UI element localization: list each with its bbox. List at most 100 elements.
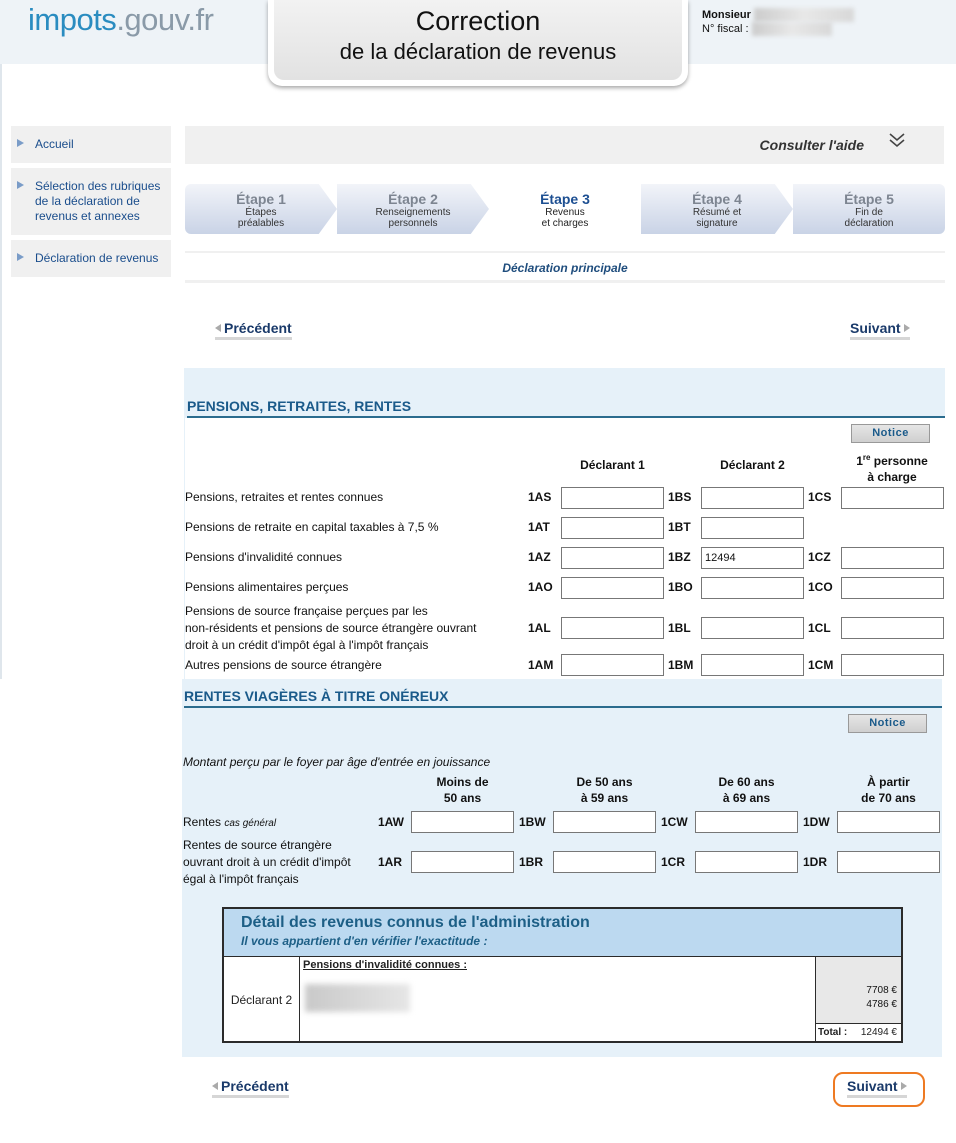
code-1AS: 1AS bbox=[528, 490, 552, 504]
code-1AR: 1AR bbox=[378, 855, 403, 869]
input-1CR[interactable] bbox=[695, 851, 798, 873]
page-subtitle: de la déclaration de revenus bbox=[339, 39, 617, 64]
input-1DW[interactable] bbox=[837, 811, 940, 833]
input-1CZ[interactable] bbox=[841, 547, 944, 569]
help-link[interactable]: Consulter l'aide bbox=[760, 137, 864, 153]
row-label-invalidite: Pensions d'invalidité connues bbox=[185, 550, 343, 564]
detail-total: Total :12494 € bbox=[816, 1023, 901, 1041]
input-1DR[interactable] bbox=[837, 851, 940, 873]
detail-declarant: Déclarant 2 bbox=[224, 957, 300, 1041]
code-1BR: 1BR bbox=[519, 855, 544, 869]
input-1BM[interactable] bbox=[701, 654, 804, 676]
previous-button-top[interactable]: Précédent bbox=[215, 320, 292, 340]
code-1BO: 1BO bbox=[668, 580, 693, 594]
impots-logo[interactable]: impots.gouv.fr bbox=[28, 2, 214, 38]
pensions-title: PENSIONS, RETRAITES, RENTES bbox=[187, 398, 945, 418]
steps-progress: Étape 1 Étapes préalables Étape 2 Rensei… bbox=[185, 184, 945, 234]
code-1CW: 1CW bbox=[661, 815, 688, 829]
input-1BL[interactable] bbox=[701, 617, 804, 639]
detail-amount-1: 7708 € bbox=[866, 985, 897, 996]
step-3-active: Étape 3 Revenus et charges bbox=[489, 184, 641, 234]
code-1AW: 1AW bbox=[378, 815, 405, 829]
detail-category-cell: Pensions d'invalidité connues : bbox=[300, 957, 816, 1041]
col-60-69: De 60 ans à 69 ans bbox=[718, 775, 775, 805]
input-1CS[interactable] bbox=[841, 487, 944, 509]
input-1AO[interactable] bbox=[561, 577, 664, 599]
double-chevron-down-icon[interactable] bbox=[888, 132, 906, 149]
code-1DW: 1DW bbox=[803, 815, 830, 829]
input-1CL[interactable] bbox=[841, 617, 944, 639]
triangle-right-icon bbox=[17, 253, 24, 261]
code-1CR: 1CR bbox=[661, 855, 686, 869]
input-1BS[interactable] bbox=[701, 487, 804, 509]
input-1BR[interactable] bbox=[553, 851, 656, 873]
sidebar-item-selection-rubriques[interactable]: Sélection des rubriques de la déclaratio… bbox=[11, 168, 171, 235]
code-1CM: 1CM bbox=[808, 658, 834, 672]
code-1BS: 1BS bbox=[668, 490, 692, 504]
next-button-top[interactable]: Suivant bbox=[850, 320, 910, 340]
input-1AZ[interactable] bbox=[561, 547, 664, 569]
step-1: Étape 1 Étapes préalables bbox=[185, 184, 337, 234]
user-name-redacted bbox=[753, 8, 854, 23]
detail-category: Pensions d'invalidité connues : bbox=[303, 959, 467, 971]
rentes-title: RENTES VIAGÈRES À TITRE ONÉREUX bbox=[184, 688, 942, 708]
input-1CM[interactable] bbox=[841, 654, 944, 676]
code-1DR: 1DR bbox=[803, 855, 828, 869]
code-1BT: 1BT bbox=[668, 520, 691, 534]
triangle-left-icon bbox=[215, 323, 221, 332]
user-info: Monsieur N° fiscal : bbox=[702, 8, 854, 37]
code-1AO: 1AO bbox=[528, 580, 553, 594]
input-1BZ[interactable] bbox=[701, 547, 804, 569]
row-label-rentes-etrangere: Rentes de source étrangère ouvrant droit… bbox=[183, 838, 351, 886]
notice-button-rentes[interactable]: Notice bbox=[848, 714, 927, 733]
code-1AM: 1AM bbox=[528, 658, 554, 672]
input-1BW[interactable] bbox=[553, 811, 656, 833]
page-left-border bbox=[0, 64, 2, 679]
code-1BM: 1BM bbox=[668, 658, 694, 672]
detail-subtitle: Il vous appartient d'en vérifier l'exact… bbox=[241, 934, 488, 948]
user-civility: Monsieur bbox=[702, 9, 751, 21]
triangle-left-icon bbox=[212, 1081, 218, 1090]
row-label-rentes-general: Rentes cas général bbox=[183, 815, 277, 829]
section-heading: Déclaration principale bbox=[185, 251, 945, 283]
input-1AT[interactable] bbox=[561, 517, 664, 539]
sidebar-item-declaration[interactable]: Déclaration de revenus bbox=[11, 240, 171, 277]
detail-revenus-table: Détail des revenus connus de l'administr… bbox=[222, 907, 903, 1043]
input-1AW[interactable] bbox=[411, 811, 514, 833]
input-1AR[interactable] bbox=[411, 851, 514, 873]
input-1CO[interactable] bbox=[841, 577, 944, 599]
col-declarant-1: Déclarant 1 bbox=[580, 458, 645, 472]
col-declarant-2: Déclarant 2 bbox=[720, 458, 785, 472]
triangle-right-icon bbox=[17, 181, 24, 189]
detail-amounts: 7708 € 4786 € Total :12494 € bbox=[816, 957, 901, 1041]
col-70-plus: À partir de 70 ans bbox=[861, 775, 916, 805]
triangle-right-icon bbox=[900, 1081, 907, 1090]
input-1CW[interactable] bbox=[695, 811, 798, 833]
input-1AM[interactable] bbox=[561, 654, 664, 676]
input-1AS[interactable] bbox=[561, 487, 664, 509]
col-personne-a-charge: 1re personne à charge bbox=[856, 453, 928, 484]
next-button-bottom[interactable]: Suivant bbox=[847, 1078, 907, 1098]
input-1BT[interactable] bbox=[701, 517, 804, 539]
row-label-source-francaise: Pensions de source française perçues par… bbox=[185, 604, 477, 652]
sidebar-item-accueil[interactable]: Accueil bbox=[11, 126, 171, 163]
input-1AL[interactable] bbox=[561, 617, 664, 639]
detail-header: Détail des revenus connus de l'administr… bbox=[224, 909, 901, 957]
row-label-pensions-connues: Pensions, retraites et rentes connues bbox=[185, 490, 384, 504]
row-label-alimentaires: Pensions alimentaires perçues bbox=[185, 580, 349, 594]
code-1CS: 1CS bbox=[808, 490, 832, 504]
input-1BO[interactable] bbox=[701, 577, 804, 599]
notice-button-pensions[interactable]: Notice bbox=[851, 424, 930, 443]
code-1BW: 1BW bbox=[519, 815, 546, 829]
page-title: Correction bbox=[415, 6, 541, 36]
code-1CL: 1CL bbox=[808, 621, 831, 635]
detail-title: Détail des revenus connus de l'administr… bbox=[241, 914, 590, 931]
rentes-subtitle: Montant perçu par le foyer par âge d'ent… bbox=[183, 755, 491, 769]
code-1CZ: 1CZ bbox=[808, 550, 831, 564]
previous-button-bottom[interactable]: Précédent bbox=[212, 1078, 289, 1098]
code-1AZ: 1AZ bbox=[528, 550, 551, 564]
detail-payers-redacted bbox=[305, 984, 410, 1012]
code-1AL: 1AL bbox=[528, 621, 551, 635]
step-5: Étape 5 Fin de déclaration bbox=[793, 184, 945, 234]
code-1BZ: 1BZ bbox=[668, 550, 691, 564]
